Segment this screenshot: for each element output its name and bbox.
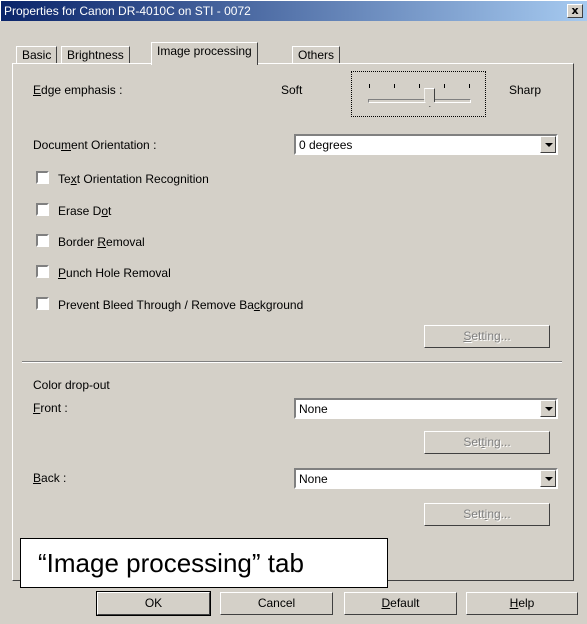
tab-image-processing[interactable]: Image processing bbox=[151, 42, 258, 65]
chevron-down-icon[interactable] bbox=[540, 136, 556, 153]
slider-tick bbox=[369, 84, 370, 88]
chevron-down-icon[interactable] bbox=[540, 400, 556, 417]
section-divider bbox=[22, 361, 562, 363]
document-orientation-label: Document Orientation : bbox=[33, 138, 157, 152]
caption-overlay: “Image processing” tab bbox=[20, 538, 388, 588]
back-label: Back : bbox=[33, 471, 67, 485]
punch-hole-removal-checkbox[interactable] bbox=[36, 265, 49, 278]
help-button[interactable]: Help bbox=[466, 592, 578, 615]
tab-brightness[interactable]: Brightness bbox=[61, 46, 130, 64]
front-color-dropout-select[interactable]: None bbox=[294, 398, 558, 419]
slider-tick bbox=[394, 84, 395, 88]
sharp-label: Sharp bbox=[509, 83, 542, 97]
edge-emphasis-slider[interactable] bbox=[351, 71, 486, 117]
window-title: Properties for Canon DR-4010C on STI - 0… bbox=[4, 4, 251, 18]
front-color-dropout-value: None bbox=[299, 402, 328, 416]
erase-dot-label: Erase Dot bbox=[58, 204, 112, 218]
title-bar: Properties for Canon DR-4010C on STI - 0… bbox=[0, 0, 587, 21]
prevent-bleed-through-checkbox[interactable] bbox=[36, 297, 49, 310]
document-orientation-select[interactable]: 0 degrees bbox=[294, 134, 558, 155]
erase-dot-checkbox[interactable] bbox=[36, 203, 49, 216]
cancel-button[interactable]: Cancel bbox=[220, 592, 333, 615]
front-setting-button[interactable]: Setting... bbox=[424, 431, 550, 454]
text-orientation-recognition-checkbox[interactable] bbox=[36, 171, 49, 184]
default-button[interactable]: Default bbox=[344, 592, 457, 615]
document-orientation-value: 0 degrees bbox=[299, 138, 353, 152]
front-label: Front : bbox=[33, 401, 68, 415]
chevron-down-icon[interactable] bbox=[540, 470, 556, 487]
back-color-dropout-value: None bbox=[299, 472, 328, 486]
ok-button[interactable]: OK bbox=[96, 591, 211, 616]
bleed-through-setting-button[interactable]: Setting... bbox=[424, 325, 550, 348]
soft-label: Soft bbox=[281, 83, 303, 97]
tab-basic[interactable]: Basic bbox=[16, 46, 58, 64]
edge-emphasis-label: Edge emphasis : bbox=[33, 83, 123, 97]
border-removal-label: Border Removal bbox=[58, 235, 145, 249]
color-dropout-heading: Color drop-out bbox=[33, 378, 110, 392]
punch-hole-removal-label: Punch Hole Removal bbox=[58, 266, 171, 280]
slider-tick bbox=[419, 84, 420, 88]
prevent-bleed-through-label: Prevent Bleed Through / Remove Backgroun… bbox=[58, 298, 304, 312]
slider-tick bbox=[444, 84, 445, 88]
tab-others[interactable]: Others bbox=[292, 46, 341, 64]
close-button[interactable]: x bbox=[567, 4, 583, 18]
slider-tick bbox=[469, 84, 470, 88]
border-removal-checkbox[interactable] bbox=[36, 234, 49, 247]
slider-thumb[interactable] bbox=[424, 88, 436, 107]
slider-track bbox=[368, 99, 471, 103]
back-color-dropout-select[interactable]: None bbox=[294, 468, 558, 489]
text-orientation-recognition-label: Text Orientation Recognition bbox=[58, 172, 209, 186]
back-setting-button[interactable]: Setting... bbox=[424, 503, 550, 526]
